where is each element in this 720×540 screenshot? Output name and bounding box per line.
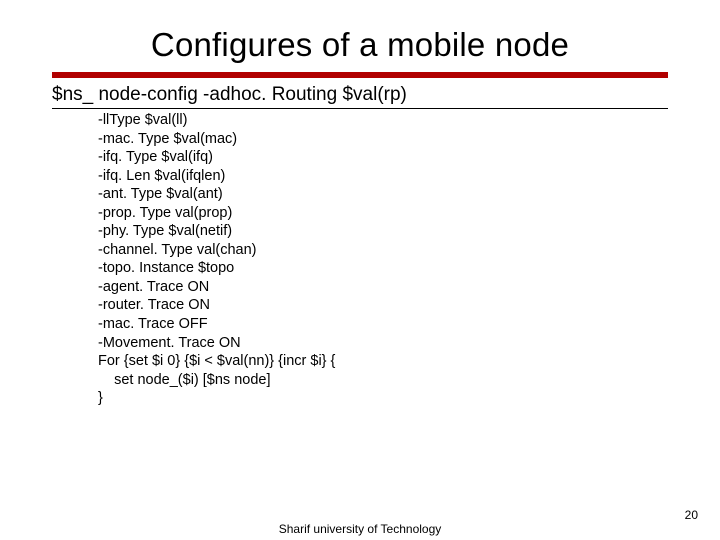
title-rule bbox=[52, 72, 668, 78]
slide: Configures of a mobile node $ns_ node-co… bbox=[0, 0, 720, 540]
footer-center-text: Sharif university of Technology bbox=[0, 522, 720, 536]
code-block: -llType $val(ll) -mac. Type $val(mac) -i… bbox=[98, 111, 668, 408]
slide-title: Configures of a mobile node bbox=[0, 0, 720, 72]
command-line: $ns_ node-config -adhoc. Routing $val(rp… bbox=[52, 84, 668, 106]
sub-rule-wrap bbox=[52, 108, 668, 109]
black-rule bbox=[52, 108, 668, 109]
slide-number: 20 bbox=[685, 508, 698, 522]
red-rule bbox=[52, 72, 668, 78]
